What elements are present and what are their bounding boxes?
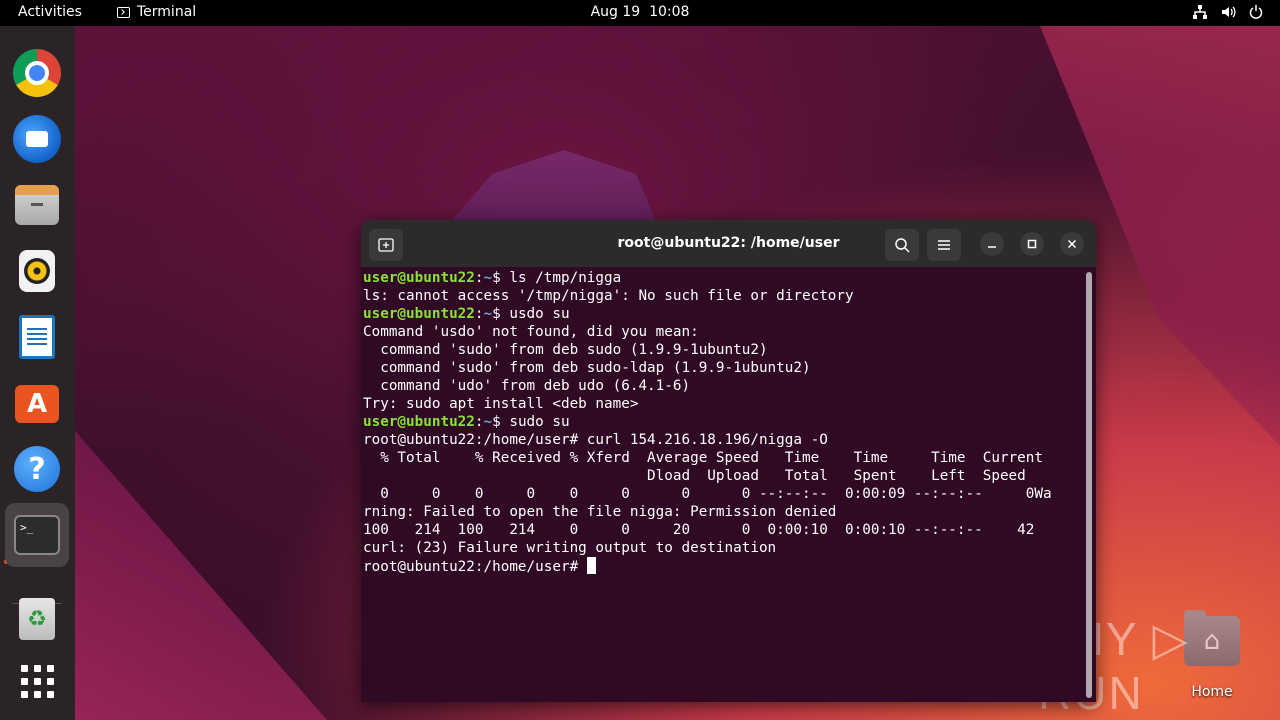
terminal-line: command 'sudo' from deb sudo (1.9.9-1ubu… [363, 342, 768, 358]
terminal-line: command 'udo' from deb udo (6.4.1-6) [363, 378, 691, 394]
clock-date: Aug 19 [590, 4, 641, 20]
maximize-icon [1027, 239, 1037, 249]
terminal-line: root@ubuntu22:/home/user# curl 154.216.1… [363, 432, 828, 448]
terminal-line: Dload Upload Total Spent Left Speed [363, 468, 1026, 484]
close-button[interactable] [1060, 232, 1084, 256]
power-icon [1248, 4, 1264, 20]
terminal-line: 0 0 0 0 0 0 0 0 --:--:-- 0:00:09 --:--:-… [363, 486, 1052, 502]
dock-files[interactable] [12, 180, 62, 230]
app-center-icon: A [15, 385, 59, 423]
activities-button[interactable]: Activities [18, 4, 82, 20]
terminal-line: % Total % Received % Xferd Average Speed… [363, 450, 1043, 466]
terminal-line: Command 'usdo' not found, did you mean: [363, 324, 699, 340]
scrollbar[interactable] [1086, 272, 1092, 698]
terminal-line: curl: (23) Failure writing output to des… [363, 540, 777, 556]
menu-button[interactable] [927, 229, 961, 261]
close-icon [1067, 239, 1077, 249]
minimize-button[interactable] [980, 232, 1004, 256]
maximize-button[interactable] [1020, 232, 1044, 256]
dock-thunderbird[interactable] [12, 114, 62, 164]
dock-trash[interactable]: ♻ [12, 594, 62, 644]
files-icon [15, 185, 59, 225]
chrome-icon [13, 49, 61, 97]
terminal-line: user@ubuntu22:~$ ls /tmp/nigga [363, 270, 622, 286]
writer-icon [19, 315, 55, 359]
dock: A ? >_ ♻ [0, 26, 75, 720]
dock-ubuntu-software[interactable]: A [12, 376, 62, 426]
clock-time: 10:08 [649, 4, 690, 20]
dock-help[interactable]: ? [12, 444, 62, 494]
help-icon: ? [14, 446, 60, 492]
terminal-line: command 'sudo' from deb sudo-ldap (1.9.9… [363, 360, 811, 376]
title-bar[interactable]: root@ubuntu22: /home/user [361, 220, 1096, 267]
rhythmbox-icon [19, 250, 55, 292]
hamburger-icon [938, 240, 950, 250]
new-tab-button[interactable] [369, 229, 403, 261]
search-icon [895, 238, 910, 253]
new-tab-icon [378, 238, 394, 252]
minimize-icon [988, 246, 996, 248]
terminal-line: user@ubuntu22:~$ sudo su [363, 414, 570, 430]
trash-icon: ♻ [19, 598, 55, 640]
thunderbird-icon [13, 115, 61, 163]
dock-writer[interactable] [12, 312, 62, 362]
terminal-line: root@ubuntu22:/home/user# [363, 557, 1083, 575]
network-icon [1192, 4, 1208, 20]
system-tray[interactable] [1192, 4, 1264, 20]
show-applications-button[interactable] [12, 656, 62, 706]
app-grid-icon [20, 664, 54, 698]
terminal-icon [117, 6, 130, 18]
terminal-line: Try: sudo apt install <deb name> [363, 396, 639, 412]
terminal-icon: >_ [14, 515, 60, 555]
terminal-line: user@ubuntu22:~$ usdo su [363, 306, 570, 322]
dock-terminal[interactable]: >_ [5, 503, 69, 567]
app-menu[interactable]: Terminal [117, 4, 196, 20]
terminal-line: 100 214 100 214 0 0 20 0 0:00:10 0:00:10… [363, 522, 1035, 538]
terminal-window[interactable]: root@ubuntu22: /home/user user@ubuntu22:… [361, 220, 1096, 702]
volume-icon [1220, 4, 1236, 20]
terminal-line: rning: Failed to open the file nigga: Pe… [363, 504, 837, 520]
search-button[interactable] [885, 229, 919, 261]
app-menu-label: Terminal [137, 4, 197, 20]
root-prompt: root@ubuntu22:/home/user# [363, 559, 587, 575]
dock-chrome[interactable] [12, 48, 62, 98]
top-bar: Activities Terminal Aug 19 10:08 [0, 0, 1280, 26]
terminal-output[interactable]: user@ubuntu22:~$ ls /tmp/nigga ls: cannot… [363, 267, 1083, 699]
terminal-line: ls: cannot access '/tmp/nigga': No such … [363, 288, 854, 304]
dock-rhythmbox[interactable] [12, 246, 62, 296]
text-cursor [586, 557, 596, 574]
